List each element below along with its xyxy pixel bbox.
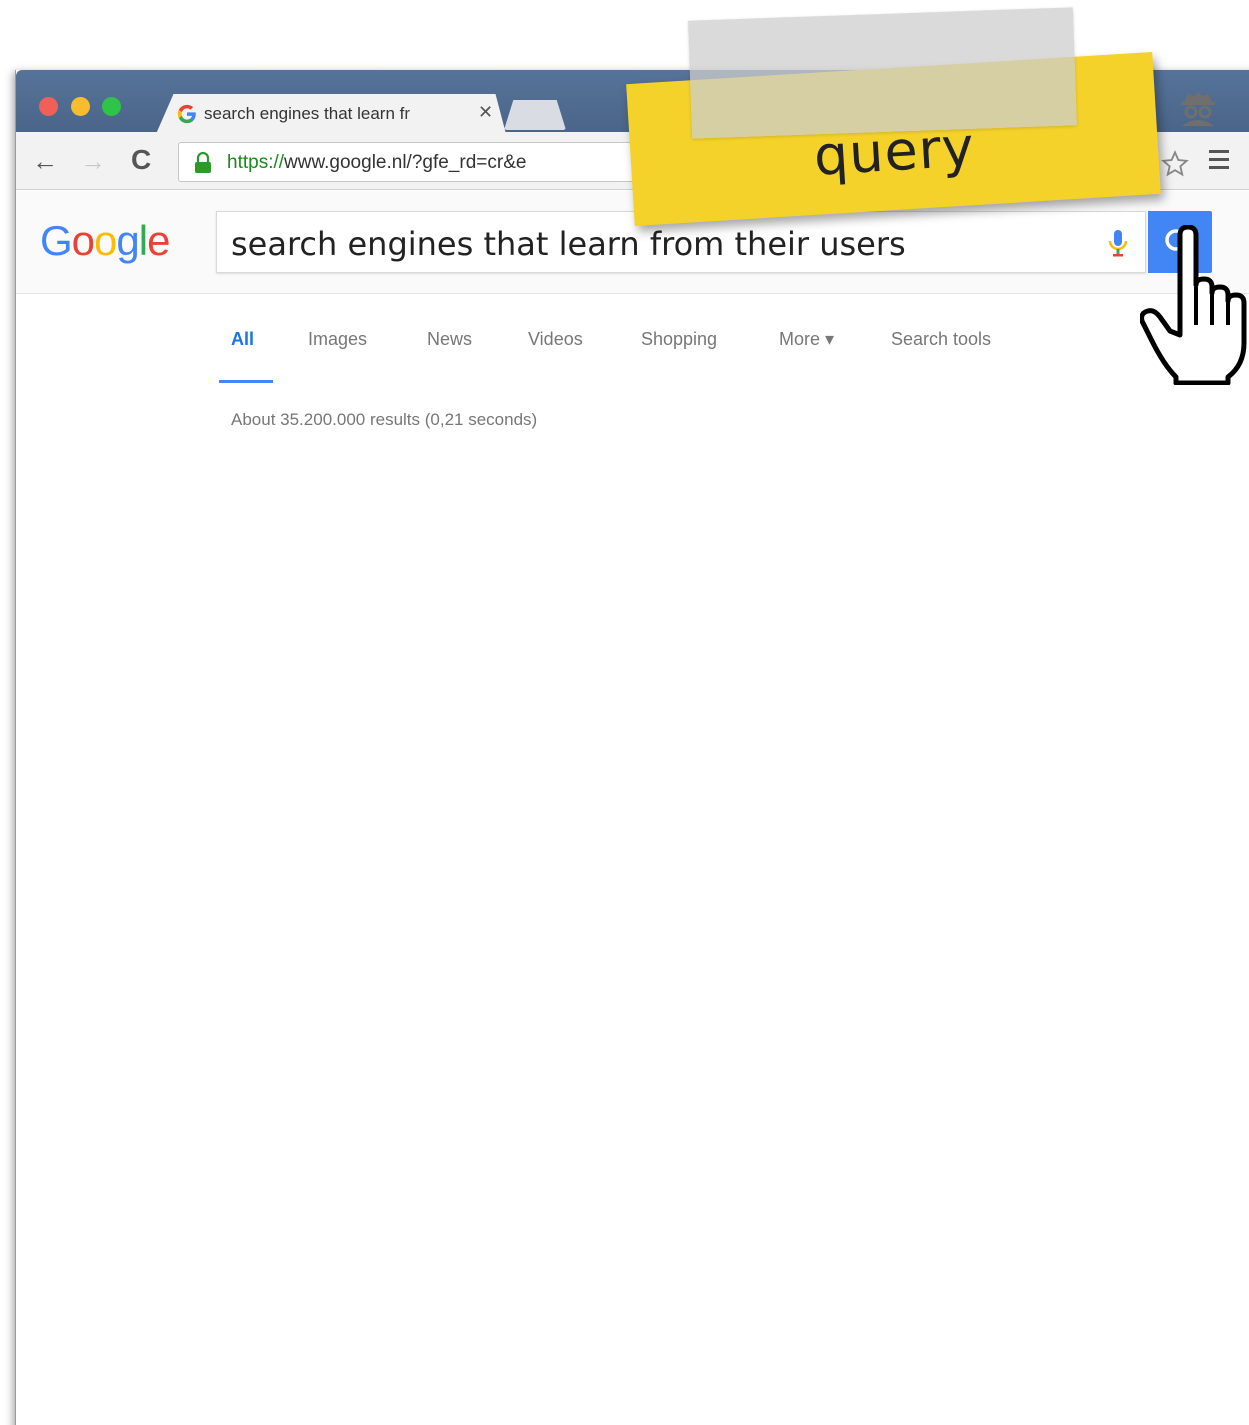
tab-videos[interactable]: Videos xyxy=(528,329,583,350)
tab-images[interactable]: Images xyxy=(308,329,367,350)
browser-tab[interactable]: search engines that learn fr ✕ xyxy=(156,94,506,134)
google-favicon-icon xyxy=(177,104,196,124)
zoom-window-dot[interactable] xyxy=(102,97,121,116)
menu-icon[interactable] xyxy=(1209,150,1233,174)
forward-arrow-icon[interactable]: → xyxy=(80,146,106,177)
close-window-dot[interactable] xyxy=(39,97,58,116)
stage: search engines that learn fr ✕ ← → C htt… xyxy=(0,0,1249,1425)
bookmark-star-icon[interactable] xyxy=(1161,150,1189,178)
tab-search-tools[interactable]: Search tools xyxy=(891,329,991,350)
url-text: https://www.google.nl/?gfe_rd=cr&e xyxy=(227,152,526,174)
result-stats: About 35.200.000 results (0,21 seconds) xyxy=(231,410,538,429)
reload-icon[interactable]: C xyxy=(131,144,151,176)
search-input[interactable] xyxy=(231,225,1091,263)
lock-icon xyxy=(195,152,211,173)
url-scheme: https:// xyxy=(227,152,285,173)
url-host: www.google.nl/?gfe_rd=cr&e xyxy=(284,152,527,173)
minimize-window-dot[interactable] xyxy=(71,97,90,116)
tab-news[interactable]: News xyxy=(427,329,472,350)
tab-close-icon[interactable]: ✕ xyxy=(478,102,493,123)
microphone-icon[interactable] xyxy=(1107,228,1129,258)
new-tab-button[interactable] xyxy=(504,100,566,130)
browser-window: search engines that learn fr ✕ ← → C htt… xyxy=(15,70,1249,1425)
tab-title: search engines that learn fr xyxy=(204,104,444,124)
hand-pointer-cursor-icon xyxy=(1140,225,1247,385)
tab-more[interactable]: More ▾ xyxy=(779,329,834,350)
search-tabs: All Images News Videos Shopping More ▾ S… xyxy=(16,294,1249,384)
back-arrow-icon[interactable]: ← xyxy=(32,146,58,177)
tape-strip xyxy=(688,7,1077,139)
google-header: Google xyxy=(16,191,1249,294)
incognito-icon[interactable] xyxy=(1178,86,1218,126)
tab-shopping[interactable]: Shopping xyxy=(641,329,717,350)
active-tab-underline xyxy=(219,380,273,383)
google-logo[interactable]: Google xyxy=(40,217,170,265)
tab-all[interactable]: All xyxy=(231,329,254,350)
